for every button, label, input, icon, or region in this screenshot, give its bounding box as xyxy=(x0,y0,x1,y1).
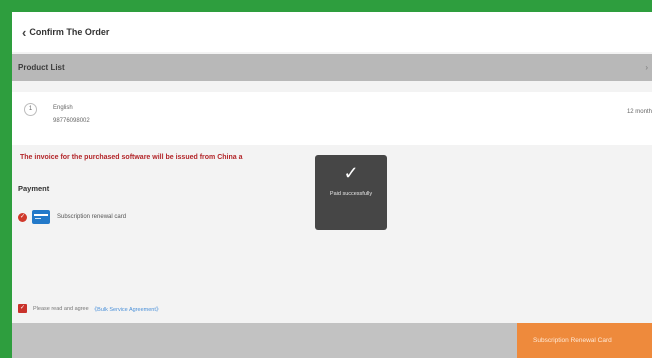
agreement-row: ✓ Please read and agree 《Bulk Service Ag… xyxy=(18,304,161,313)
bottom-bar: Subscription Renewal Card xyxy=(12,323,652,358)
product-list-header: Product List › xyxy=(12,54,652,81)
agreement-checkbox[interactable]: ✓ xyxy=(18,304,27,313)
payment-method-option[interactable]: ✓ Subscription renewal card xyxy=(18,209,126,225)
back-button[interactable]: ‹ Confirm The Order xyxy=(12,12,109,52)
product-name: English xyxy=(53,105,73,111)
app-screen: ‹ Confirm The Order Product List › 1 Eng… xyxy=(12,12,652,358)
product-list-title: Product List xyxy=(18,63,65,72)
product-duration: 12 month xyxy=(626,109,652,115)
product-serial: 98776098002 xyxy=(53,118,90,124)
top-bar: ‹ Confirm The Order xyxy=(12,12,652,52)
product-index-badge: 1 xyxy=(24,103,37,116)
success-toast: ✓ Paid successfully xyxy=(315,155,387,230)
check-radio-icon[interactable]: ✓ xyxy=(18,212,27,222)
chevron-right-icon: › xyxy=(645,63,648,72)
product-row: 1 English 98776098002 12 month xyxy=(12,92,652,145)
agreement-text: Please read and agree xyxy=(33,305,89,312)
toast-message: Paid successfully xyxy=(329,191,373,197)
payment-title: Payment xyxy=(18,184,50,193)
card-icon xyxy=(32,210,50,224)
pay-button[interactable]: Subscription Renewal Card xyxy=(517,323,652,358)
invoice-notice: The invoice for the purchased software w… xyxy=(20,154,243,161)
checkmark-icon: ✓ xyxy=(343,163,359,183)
page-title: Confirm The Order xyxy=(29,27,110,37)
chevron-left-icon: ‹ xyxy=(22,24,27,40)
payment-method-label: Subscription renewal card xyxy=(57,214,127,220)
agreement-link[interactable]: 《Bulk Service Agreement》 xyxy=(92,305,162,313)
